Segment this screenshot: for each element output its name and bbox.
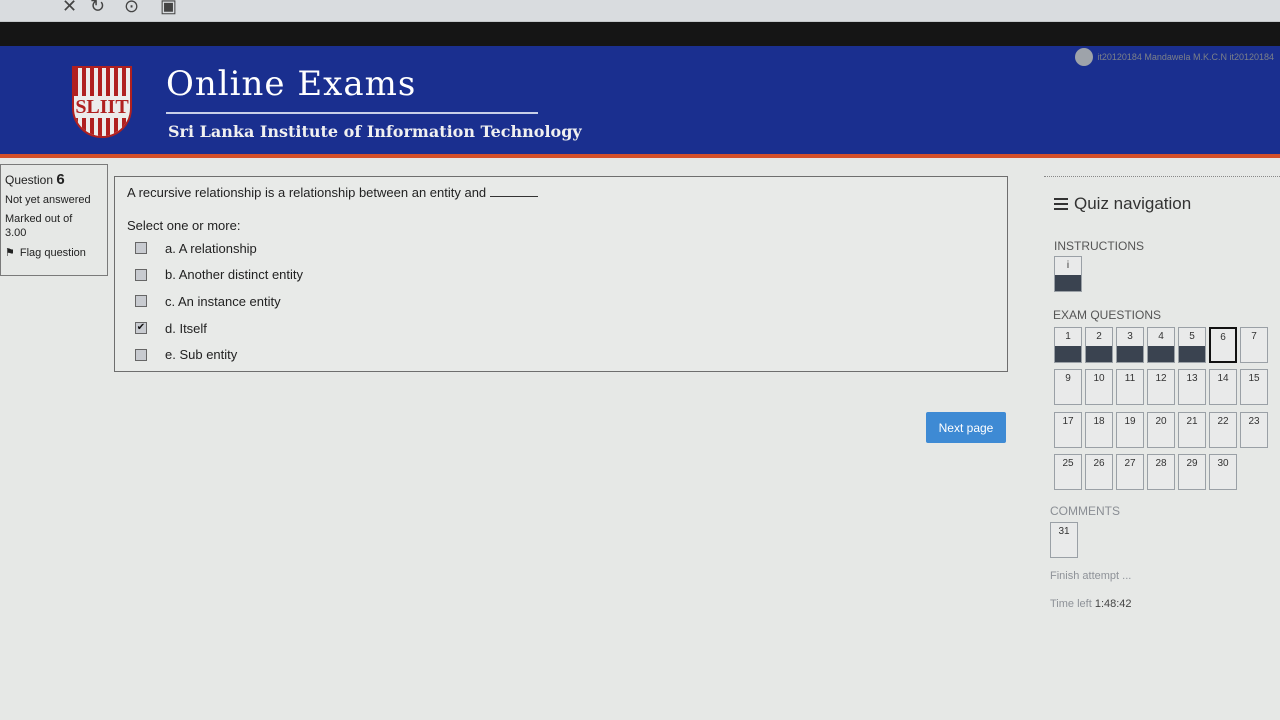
user-name[interactable]: it20120184 Mandawela M.K.C.N it20120184: [1097, 52, 1274, 62]
close-icon[interactable]: ✕: [62, 0, 77, 17]
question-nav-button[interactable]: 9: [1054, 369, 1082, 405]
question-nav-button[interactable]: 29: [1178, 454, 1206, 490]
answer-blank: [489, 196, 538, 197]
answer-status: Not yet answered: [5, 194, 91, 206]
question-nav-button[interactable]: 23: [1240, 412, 1268, 448]
option-label: e. Sub entity: [165, 347, 238, 363]
question-nav-button[interactable]: 30: [1209, 454, 1237, 490]
site-header: SLIIT Online Exams Sri Lanka Institute o…: [0, 46, 1280, 158]
question-nav-button[interactable]: 14: [1209, 369, 1237, 405]
question-info: Question 6 Not yet answered Marked out o…: [0, 164, 108, 276]
site-title: Online Exams: [166, 64, 417, 104]
comments-button[interactable]: 31: [1050, 522, 1078, 558]
instructions-button[interactable]: i: [1054, 256, 1082, 292]
question-nav-button[interactable]: 28: [1147, 454, 1175, 490]
question-nav-button[interactable]: 17: [1054, 412, 1082, 448]
question-nav-button[interactable]: 27: [1116, 454, 1144, 490]
question-nav-button[interactable]: 26: [1085, 454, 1113, 490]
question-nav-button[interactable]: 22: [1209, 412, 1237, 448]
question-nav-button[interactable]: 13: [1178, 369, 1206, 405]
quiz-navigation: Quiz navigation INSTRUCTIONS i EXAM QUES…: [1044, 176, 1280, 626]
option-checkbox[interactable]: [135, 348, 147, 361]
question-nav-button[interactable]: 2: [1085, 327, 1113, 363]
answer-options: a. A relationship b. Another distinct ent…: [127, 235, 995, 368]
sliit-logo[interactable]: SLIIT: [72, 66, 132, 138]
flag-label: Flag question: [19, 246, 86, 259]
question-number: Question 6: [5, 171, 65, 188]
page-icon[interactable]: ▣: [160, 0, 177, 17]
question-nav-button[interactable]: 18: [1085, 412, 1113, 448]
answer-option[interactable]: a. A relationship: [127, 235, 995, 262]
shield-icon[interactable]: ⊙: [124, 0, 139, 17]
question-nav-button[interactable]: 5: [1178, 327, 1206, 363]
next-page-button[interactable]: Next page: [926, 412, 1006, 443]
nav-divider: [1044, 176, 1280, 177]
question-nav-button[interactable]: 3: [1116, 327, 1144, 363]
finish-attempt-link[interactable]: Finish attempt ...: [1050, 570, 1131, 582]
comments-label: COMMENTS: [1050, 504, 1120, 518]
browser-toolbar: ✕ ↻ ⊙ ▣: [0, 0, 1280, 22]
marks-info: Marked out of 3.00: [5, 213, 73, 239]
option-label: c. An instance entity: [165, 293, 281, 309]
instructions-label: INSTRUCTIONS: [1054, 239, 1144, 253]
question-box: A recursive relationship is a relationsh…: [114, 176, 1008, 372]
question-nav-button[interactable]: 1: [1054, 327, 1082, 363]
avatar[interactable]: [1075, 48, 1094, 66]
reload-icon[interactable]: ↻: [90, 0, 105, 17]
time-remaining: 1:48:42: [1094, 598, 1132, 610]
question-nav-button[interactable]: 10: [1085, 369, 1113, 405]
answer-option[interactable]: e. Sub entity: [127, 341, 995, 368]
exam-questions-label: EXAM QUESTIONS: [1053, 308, 1162, 322]
option-label: b. Another distinct entity: [165, 267, 304, 283]
option-checkbox[interactable]: [135, 268, 147, 281]
option-label: a. A relationship: [165, 240, 257, 256]
answer-option[interactable]: ✔ d. Itself: [127, 315, 995, 342]
answer-option[interactable]: b. Another distinct entity: [127, 262, 995, 289]
time-left: Time left 1:48:42: [1050, 598, 1132, 610]
flag-icon: ⚑: [5, 247, 15, 259]
site-subtitle: Sri Lanka Institute of Information Techn…: [168, 122, 582, 141]
question-nav-button[interactable]: 4: [1147, 327, 1175, 363]
question-nav-button[interactable]: 25: [1054, 454, 1082, 490]
option-checkbox[interactable]: [135, 295, 147, 308]
question-nav-button[interactable]: 20: [1147, 412, 1175, 448]
option-label: d. Itself: [165, 320, 207, 336]
user-menu[interactable]: it20120184 Mandawela M.K.C.N it20120184: [1075, 48, 1274, 66]
flag-question-button[interactable]: ⚑ Flag question: [5, 246, 103, 260]
question-nav-button[interactable]: 15: [1240, 369, 1268, 405]
question-nav-button[interactable]: 11: [1116, 369, 1144, 405]
question-nav-button[interactable]: 6: [1209, 327, 1237, 363]
quiz-navigation-title: Quiz navigation: [1054, 194, 1191, 214]
question-nav-button[interactable]: 21: [1178, 412, 1206, 448]
answer-option[interactable]: c. An instance entity: [127, 288, 995, 315]
question-nav-button[interactable]: 12: [1147, 369, 1175, 405]
menu-icon[interactable]: [1054, 198, 1068, 210]
question-text: A recursive relationship is a relationsh…: [127, 185, 995, 200]
question-nav-button[interactable]: 7: [1240, 327, 1268, 363]
title-divider: [166, 112, 538, 114]
question-nav-button[interactable]: 19: [1116, 412, 1144, 448]
option-checkbox[interactable]: [135, 242, 147, 255]
answer-prompt: Select one or more:: [127, 218, 241, 233]
option-checkbox[interactable]: ✔: [135, 322, 147, 335]
